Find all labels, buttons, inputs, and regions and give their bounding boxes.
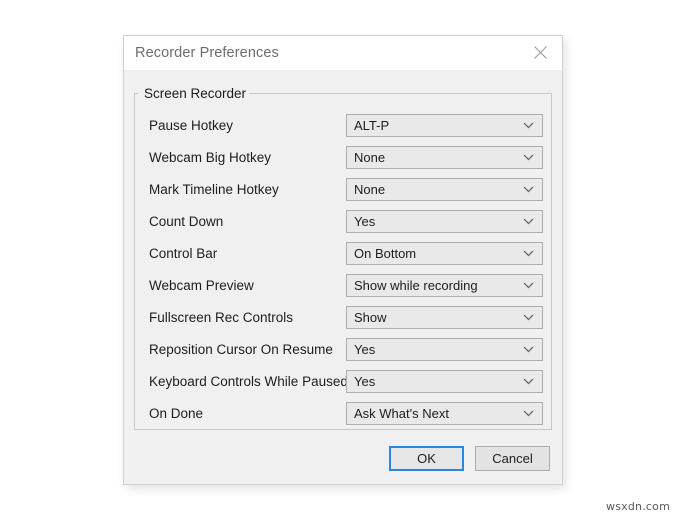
chevron-down-icon (523, 147, 534, 168)
setting-label: Count Down (149, 206, 223, 238)
setting-label: Fullscreen Rec Controls (149, 302, 293, 334)
reposition-cursor-on-resume-dropdown[interactable]: Yes (346, 338, 543, 361)
dropdown-value: None (347, 150, 385, 165)
chevron-down-icon (523, 211, 534, 232)
dropdown-value: Ask What's Next (347, 406, 449, 421)
recorder-preferences-dialog: Recorder Preferences Screen Recorder Pau… (123, 35, 563, 485)
pause-hotkey-dropdown[interactable]: ALT-P (346, 114, 543, 137)
dropdown-value: On Bottom (347, 246, 416, 261)
dropdown-value: Show (347, 310, 387, 325)
setting-row-control-bar: Control Bar On Bottom (134, 238, 552, 270)
watermark: wsxdn.com (606, 500, 670, 513)
chevron-down-icon (523, 307, 534, 328)
count-down-dropdown[interactable]: Yes (346, 210, 543, 233)
keyboard-controls-while-paused-dropdown[interactable]: Yes (346, 370, 543, 393)
dropdown-value: Yes (347, 214, 375, 229)
chevron-down-icon (523, 339, 534, 360)
dropdown-value: None (347, 182, 385, 197)
setting-row-count-down: Count Down Yes (134, 206, 552, 238)
groupbox-border-top-left (134, 93, 138, 94)
setting-label: On Done (149, 398, 203, 430)
chevron-down-icon (523, 275, 534, 296)
dropdown-value: Yes (347, 342, 375, 357)
setting-row-webcam-preview: Webcam Preview Show while recording (134, 270, 552, 302)
groupbox-border-top-right (245, 93, 552, 94)
webcam-preview-dropdown[interactable]: Show while recording (346, 274, 543, 297)
dialog-footer: OK Cancel (389, 446, 550, 471)
cancel-button[interactable]: Cancel (475, 446, 550, 471)
setting-label: Webcam Big Hotkey (149, 142, 271, 174)
groupbox-legend: Screen Recorder (141, 86, 249, 101)
webcam-big-hotkey-dropdown[interactable]: None (346, 146, 543, 169)
setting-label: Pause Hotkey (149, 110, 233, 142)
setting-label: Keyboard Controls While Paused (149, 366, 348, 398)
setting-label: Mark Timeline Hotkey (149, 174, 279, 206)
mark-timeline-hotkey-dropdown[interactable]: None (346, 178, 543, 201)
setting-row-reposition-cursor-on-resume: Reposition Cursor On Resume Yes (134, 334, 552, 366)
ok-button[interactable]: OK (389, 446, 464, 471)
setting-row-webcam-big-hotkey: Webcam Big Hotkey None (134, 142, 552, 174)
dialog-title: Recorder Preferences (124, 45, 279, 61)
setting-row-mark-timeline-hotkey: Mark Timeline Hotkey None (134, 174, 552, 206)
screen-recorder-groupbox: Screen Recorder Pause Hotkey ALT-P Webca… (134, 86, 552, 430)
setting-row-keyboard-controls-while-paused: Keyboard Controls While Paused Yes (134, 366, 552, 398)
control-bar-dropdown[interactable]: On Bottom (346, 242, 543, 265)
setting-row-on-done: On Done Ask What's Next (134, 398, 552, 430)
setting-label: Webcam Preview (149, 270, 254, 302)
close-icon[interactable] (518, 36, 562, 69)
setting-row-pause-hotkey: Pause Hotkey ALT-P (134, 110, 552, 142)
dropdown-value: Show while recording (347, 278, 478, 293)
setting-row-fullscreen-rec-controls: Fullscreen Rec Controls Show (134, 302, 552, 334)
chevron-down-icon (523, 243, 534, 264)
chevron-down-icon (523, 115, 534, 136)
settings-list: Pause Hotkey ALT-P Webcam Big Hotkey Non… (134, 110, 552, 430)
fullscreen-rec-controls-dropdown[interactable]: Show (346, 306, 543, 329)
chevron-down-icon (523, 179, 534, 200)
chevron-down-icon (523, 403, 534, 424)
setting-label: Reposition Cursor On Resume (149, 334, 333, 366)
dropdown-value: ALT-P (347, 118, 389, 133)
chevron-down-icon (523, 371, 534, 392)
dialog-titlebar: Recorder Preferences (124, 36, 562, 71)
on-done-dropdown[interactable]: Ask What's Next (346, 402, 543, 425)
dropdown-value: Yes (347, 374, 375, 389)
setting-label: Control Bar (149, 238, 217, 270)
